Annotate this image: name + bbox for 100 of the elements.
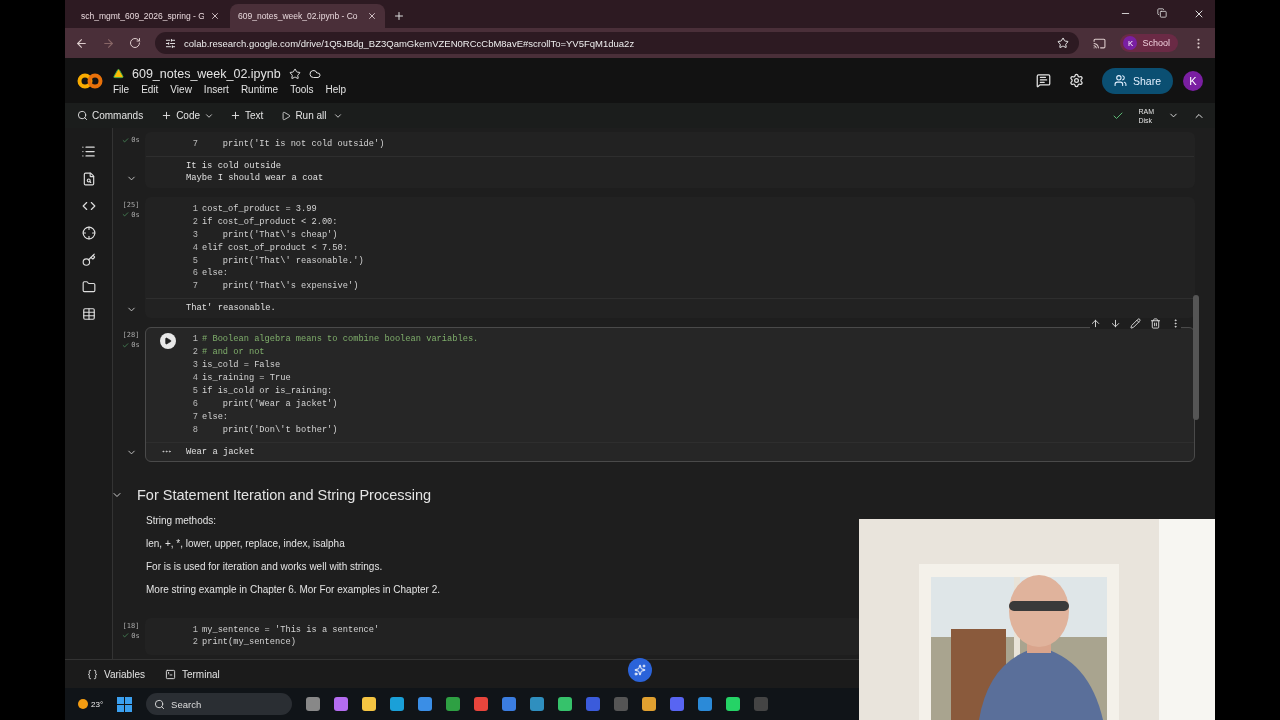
- code-line: my_sentence = 'This is a sentence': [202, 623, 380, 637]
- cast-icon[interactable]: [1093, 36, 1107, 50]
- bottom-panel-tab[interactable]: Variables: [87, 668, 145, 680]
- close-icon[interactable]: [367, 11, 377, 21]
- menu-item[interactable]: Help: [325, 83, 347, 95]
- avatar[interactable]: K: [1183, 70, 1203, 91]
- start-icon[interactable]: [117, 696, 133, 712]
- line-number: 2: [191, 636, 198, 650]
- code-line: if cost_of_product < 2.00:: [202, 215, 338, 229]
- scrollbar-thumb[interactable]: [1193, 295, 1199, 420]
- text-paragraph: More string example in Chapter 6. Mor For examples in Chapter 2.: [146, 582, 441, 597]
- app-icon[interactable]: [306, 697, 321, 711]
- menu-item[interactable]: Tools: [290, 83, 314, 95]
- folder-icon[interactable]: [81, 280, 96, 294]
- code-line: # Boolean algebra means to combine boolean variables.: [202, 333, 479, 347]
- weather-widget[interactable]: 23°: [77, 698, 104, 710]
- menu-item[interactable]: Insert: [203, 83, 229, 95]
- code-line: print('Wear a jacket'): [221, 397, 338, 411]
- cloud-icon: [308, 67, 321, 80]
- close-icon[interactable]: [1193, 8, 1205, 20]
- code-line: print('It is not cold outside'): [221, 138, 385, 151]
- code-line: print('That\' reasonable.'): [221, 254, 364, 268]
- app-icon[interactable]: [698, 697, 713, 711]
- text-paragraph: For is is used for iteration and works well with strings.: [146, 559, 384, 574]
- crosshair-icon[interactable]: [81, 226, 96, 240]
- plus-icon: [161, 110, 173, 121]
- check-icon: [122, 341, 130, 349]
- code-cell[interactable]: 7 print('It is not cold outside') It is cold outside Maybe I should wear a coat: [145, 132, 1195, 188]
- app-icon[interactable]: [418, 697, 433, 711]
- app-icon[interactable]: [390, 697, 405, 711]
- braces-icon: [87, 668, 98, 680]
- run-cell-button[interactable]: [160, 333, 176, 350]
- site-settings-icon[interactable]: [165, 37, 176, 49]
- line-number: 8: [191, 423, 198, 437]
- close-icon[interactable]: [210, 11, 220, 21]
- table-of-contents-icon[interactable]: [81, 144, 96, 159]
- share-button[interactable]: Share: [1101, 67, 1173, 94]
- code-cell[interactable]: [145, 327, 1195, 462]
- new-tab-icon[interactable]: [393, 10, 405, 22]
- app-icon[interactable]: [362, 697, 377, 711]
- check-icon: [122, 136, 130, 144]
- app-icon[interactable]: [726, 697, 741, 711]
- line-number: 1: [191, 623, 198, 637]
- line-number: 1: [191, 202, 198, 216]
- cell-output: That' reasonable.: [186, 302, 276, 315]
- delete-icon[interactable]: [1150, 318, 1161, 330]
- table-icon[interactable]: [81, 307, 96, 321]
- menu-item[interactable]: Edit: [141, 83, 159, 95]
- settings-icon[interactable]: [1068, 73, 1084, 88]
- move-up-icon[interactable]: [1090, 318, 1101, 330]
- notebook-title[interactable]: 609_notes_week_02.ipynb: [132, 66, 281, 81]
- code-line: is_raining = True: [202, 371, 291, 385]
- bottom-panel-tab[interactable]: Terminal: [164, 668, 220, 680]
- code-line: else:: [202, 410, 229, 424]
- code-line: if is_cold or is_raining:: [202, 384, 333, 398]
- line-number: 3: [191, 359, 198, 372]
- address-bar[interactable]: colab.research.google.com/drive/1Q5JBdg_BZ3QamGkemVZEN0RCcCbM8avE#scrollTo=YV5FqM1dua2z: [155, 32, 1080, 54]
- comments-icon[interactable]: [1035, 73, 1051, 88]
- commands-button[interactable]: Commands: [75, 104, 146, 127]
- browser-tab[interactable]: 609_notes_week_02.ipynb - Co: [230, 4, 385, 28]
- app-icon[interactable]: [446, 697, 461, 711]
- code-cell[interactable]: 1 cost_of_product = 3.99 2 if cost_of_product < 2.00: 3 print('That\'s cheap') 4 elif cost_of_product < 7.50: 5 print('That\' reasonable.') 6 else: 7 print('That\'s expensive') That' reasonable.: [145, 196, 1195, 319]
- line-number: 7: [191, 138, 198, 151]
- line-number: 7: [191, 410, 198, 424]
- menu-item[interactable]: View: [170, 83, 192, 95]
- app-icon[interactable]: [474, 697, 489, 711]
- browser-tab[interactable]: sch_mgmt_609_2026_spring - G: [73, 4, 228, 28]
- app-icon[interactable]: [558, 697, 573, 711]
- add-code-button[interactable]: Code: [159, 104, 203, 127]
- logo-icon[interactable]: [77, 72, 103, 89]
- find-icon[interactable]: [81, 172, 96, 186]
- code-line: print(my_sentence): [202, 636, 296, 650]
- app-icon[interactable]: [334, 697, 349, 711]
- star-icon[interactable]: [288, 67, 301, 80]
- menu-item[interactable]: File: [113, 83, 130, 95]
- bookmark-star-icon[interactable]: [1057, 37, 1070, 49]
- add-text-button[interactable]: Text: [228, 104, 266, 127]
- app-icon[interactable]: [502, 697, 517, 711]
- code-icon[interactable]: [81, 199, 96, 213]
- code-line: print('That\'s expensive'): [221, 280, 359, 294]
- code-line: print('Don\'t bother'): [221, 423, 338, 437]
- run-all-button[interactable]: Run all: [279, 104, 329, 127]
- back-icon[interactable]: [75, 36, 88, 50]
- app-icon[interactable]: [642, 697, 657, 711]
- menu-item[interactable]: Runtime: [240, 83, 279, 95]
- line-number: 5: [191, 254, 198, 268]
- app-icon[interactable]: [530, 697, 545, 711]
- line-number: 3: [191, 228, 198, 242]
- check-icon: [122, 632, 130, 639]
- people-icon: [1113, 74, 1127, 87]
- reload-icon[interactable]: [129, 37, 141, 49]
- restore-icon[interactable]: [1157, 8, 1167, 18]
- code-line: else:: [202, 267, 229, 281]
- key-icon[interactable]: [81, 253, 96, 267]
- move-down-icon[interactable]: [1110, 318, 1121, 330]
- taskbar-search[interactable]: Search: [146, 693, 293, 715]
- edit-icon[interactable]: [1130, 318, 1141, 330]
- code-line: elif cost_of_product < 7.50:: [202, 241, 348, 255]
- code-cell[interactable]: 1 my_sentence = 'This is a sentence' 2 print(my_sentence): [145, 617, 862, 656]
- code-line: is_cold = False: [202, 359, 281, 372]
